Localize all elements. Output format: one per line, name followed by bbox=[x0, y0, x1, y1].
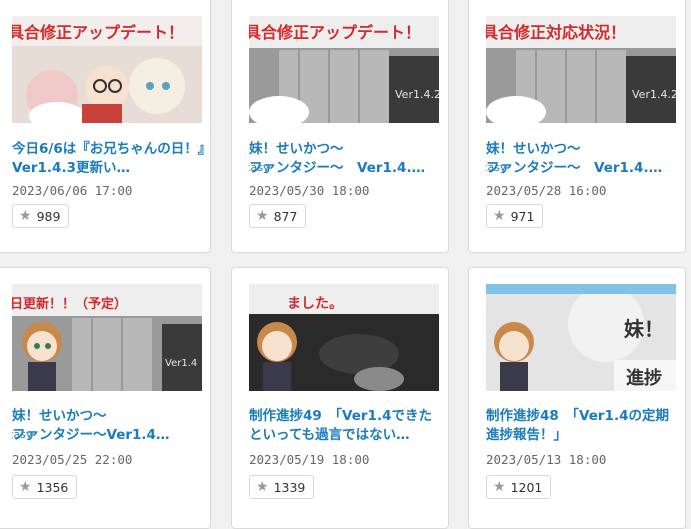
like-count: 877 bbox=[273, 208, 298, 224]
like-count: 1201 bbox=[510, 479, 543, 495]
star-icon: ★ bbox=[493, 208, 506, 224]
thumbnail-image: 具合修正アップデート！ bbox=[12, 16, 202, 123]
like-count: 1356 bbox=[36, 479, 69, 495]
star-icon: ★ bbox=[19, 479, 32, 495]
thumbnail-image: 具合修正対応状況！ Ver1.4.2 bbox=[486, 16, 676, 123]
svg-text:具合修正対応状況！: 具合修正対応状況！ bbox=[486, 23, 626, 42]
article-title[interactable]: 妹！せいかつ～ fantasyファンタジー～ Ver1.4.… bbox=[249, 140, 443, 178]
thumbnail[interactable]: 具合修正対応状況！ Ver1.4.2 bbox=[486, 16, 676, 123]
like-button[interactable]: ★ 1201 bbox=[486, 475, 552, 499]
thumbnail[interactable]: 具合修正アップデート！ Ver1.4.2 bbox=[249, 16, 439, 123]
article-title[interactable]: 制作進捗49 「Ver1.4できたといっても過言ではない… bbox=[249, 407, 443, 445]
like-button[interactable]: ★ 971 bbox=[486, 204, 544, 228]
star-icon: ★ bbox=[19, 208, 32, 224]
svg-text:具合修正アップデート！: 具合修正アップデート！ bbox=[12, 23, 184, 42]
thumbnail-image: ました。 bbox=[249, 284, 439, 391]
svg-text:Ver1.4.2: Ver1.4.2 bbox=[395, 88, 439, 101]
like-count: 989 bbox=[36, 208, 61, 224]
star-icon: ★ bbox=[256, 479, 269, 495]
article-card[interactable]: 具合修正アップデート！ 今日6/6は『お兄ちゃんの日！』 Ver1.4.3更新い… bbox=[0, 0, 211, 253]
svg-text:日更新！！（予定）: 日更新！！（予定） bbox=[12, 296, 127, 312]
svg-text:妹！: 妹！ bbox=[623, 317, 664, 341]
article-title[interactable]: 妹！せいかつ～ fantasyファンタジー～Ver1.4… bbox=[12, 407, 206, 445]
like-button[interactable]: ★ 877 bbox=[249, 204, 307, 228]
star-icon: ★ bbox=[256, 208, 269, 224]
post-date: 2023/05/28 16:00 bbox=[486, 183, 607, 198]
post-date: 2023/05/13 18:00 bbox=[486, 452, 607, 467]
like-button[interactable]: ★ 1356 bbox=[12, 475, 78, 499]
post-date: 2023/06/06 17:00 bbox=[12, 183, 133, 198]
svg-text:具合修正アップデート！: 具合修正アップデート！ bbox=[249, 23, 421, 42]
svg-text:Ver1.4.2: Ver1.4.2 bbox=[632, 88, 676, 101]
article-card[interactable]: 妹！ 進捗 制作進捗48 「Ver1.4の定期進捗報告！」 2023/05/13… bbox=[468, 267, 686, 529]
svg-text:ました。: ました。 bbox=[287, 296, 343, 312]
article-card[interactable]: 日更新！！（予定） Ver1.4 妹！せいかつ～ fantasyファンタジー～V… bbox=[0, 267, 211, 529]
article-card[interactable]: 具合修正対応状況！ Ver1.4.2 妹！せいかつ～ fantasyファンタジー… bbox=[468, 0, 686, 253]
svg-text:Ver1.4: Ver1.4 bbox=[165, 358, 197, 369]
post-date: 2023/05/30 18:00 bbox=[249, 183, 370, 198]
article-title[interactable]: 制作進捗48 「Ver1.4の定期進捗報告！」 bbox=[486, 407, 680, 445]
like-count: 971 bbox=[510, 208, 535, 224]
star-icon: ★ bbox=[493, 479, 506, 495]
thumbnail-image: 日更新！！（予定） Ver1.4 bbox=[12, 284, 202, 391]
svg-text:進捗: 進捗 bbox=[626, 367, 662, 389]
thumbnail[interactable]: 妹！ 進捗 bbox=[486, 284, 676, 391]
article-title[interactable]: 妹！せいかつ～ fantasyファンタジー～ Ver1.4.… bbox=[486, 140, 680, 178]
thumbnail-image: 妹！ 進捗 bbox=[486, 284, 676, 391]
article-card[interactable]: 具合修正アップデート！ Ver1.4.2 妹！せいかつ～ fantasyファンタ… bbox=[231, 0, 449, 253]
thumbnail[interactable]: 日更新！！（予定） Ver1.4 bbox=[12, 284, 202, 391]
thumbnail-image: 具合修正アップデート！ Ver1.4.2 bbox=[249, 16, 439, 123]
post-date: 2023/05/25 22:00 bbox=[12, 452, 133, 467]
thumbnail[interactable]: 具合修正アップデート！ bbox=[12, 16, 202, 123]
post-date: 2023/05/19 18:00 bbox=[249, 452, 370, 467]
like-button[interactable]: ★ 1339 bbox=[249, 475, 315, 499]
thumbnail[interactable]: ました。 bbox=[249, 284, 439, 391]
like-count: 1339 bbox=[273, 479, 306, 495]
article-title[interactable]: 今日6/6は『お兄ちゃんの日！』 Ver1.4.3更新い… bbox=[12, 140, 206, 178]
article-card[interactable]: ました。 制作進捗49 「Ver1.4できたといっても過言ではない… 2023/… bbox=[231, 267, 449, 529]
like-button[interactable]: ★ 989 bbox=[12, 204, 70, 228]
